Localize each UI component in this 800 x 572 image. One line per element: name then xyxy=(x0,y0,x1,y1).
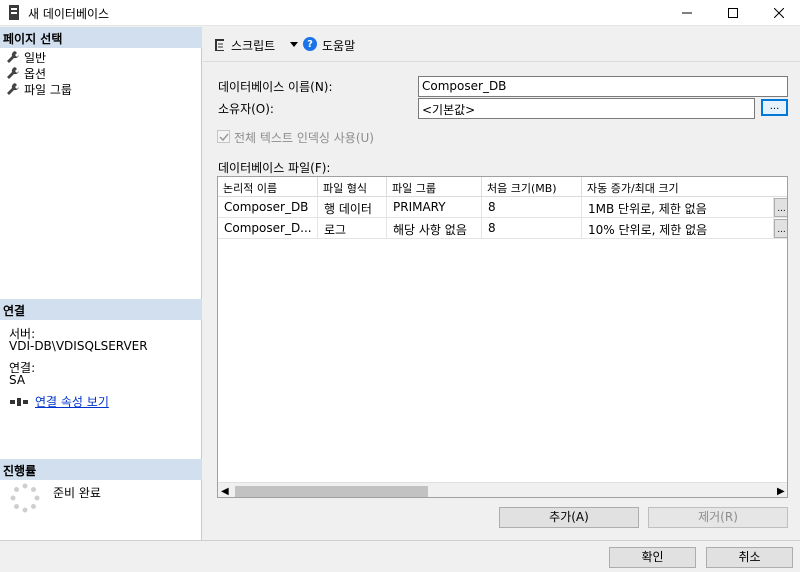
maximize-icon xyxy=(728,8,738,18)
ok-button[interactable]: 확인 xyxy=(609,547,696,568)
minimize-icon xyxy=(682,12,692,14)
progress-status: 준비 완료 xyxy=(53,486,101,500)
close-icon xyxy=(774,8,784,18)
column-header-autogrowth[interactable]: 자동 증가/최대 크기 xyxy=(582,177,787,197)
cell-filegroup[interactable]: 해당 사항 없음 xyxy=(387,218,482,239)
script-button[interactable]: 스크립트 xyxy=(231,37,275,54)
add-button[interactable]: 추가(A) xyxy=(499,507,639,528)
wrench-icon xyxy=(7,83,19,95)
fulltext-indexing-label: 전체 텍스트 인덱싱 사용(U) xyxy=(234,131,374,145)
page-item-label: 일반 xyxy=(24,50,47,65)
maximize-button[interactable] xyxy=(710,0,756,26)
table-row[interactable]: Composer_DB 행 데이터 PRIMARY 8 1MB 단위로, 제한 … xyxy=(218,197,787,218)
scroll-left-icon[interactable]: ◀ xyxy=(221,486,229,497)
page-item-label: 옵션 xyxy=(24,66,47,81)
progress-header: 진행률 xyxy=(0,459,202,480)
minimize-button[interactable] xyxy=(664,0,710,26)
page-item-options[interactable]: 옵션 xyxy=(6,65,46,81)
database-icon xyxy=(9,5,19,20)
left-pane: 페이지 선택 일반 옵션 파일 그룹 연결 서버: VDI-DB\VDISQLS… xyxy=(0,27,202,540)
wrench-icon xyxy=(7,67,19,79)
connection-properties-icon xyxy=(10,398,28,406)
help-button[interactable]: 도움말 xyxy=(322,37,355,54)
title-bar: 새 데이터베이스 xyxy=(0,0,800,26)
autogrowth-edit-button[interactable]: ... xyxy=(774,219,787,238)
toolbar: 스크립트 ? 도움말 xyxy=(203,27,800,62)
scrollbar-thumb[interactable] xyxy=(235,486,428,497)
wrench-icon xyxy=(7,51,19,63)
progress-spinner-icon xyxy=(10,483,40,513)
close-button[interactable] xyxy=(756,0,800,26)
cell-initial-size[interactable]: 8 xyxy=(482,197,582,218)
script-dropdown-icon[interactable] xyxy=(290,42,298,47)
page-item-general[interactable]: 일반 xyxy=(6,49,46,65)
cell-autogrowth[interactable]: 1MB 단위로, 제한 없음 xyxy=(582,197,774,218)
cell-file-type[interactable]: 행 데이터 xyxy=(318,197,387,218)
cell-logical-name[interactable]: Composer_DB xyxy=(218,197,318,218)
owner-label: 소유자(O): xyxy=(218,102,274,116)
cell-filegroup[interactable]: PRIMARY xyxy=(387,197,482,218)
owner-input[interactable]: <기본값> xyxy=(418,98,755,119)
autogrowth-edit-button[interactable]: ... xyxy=(774,198,787,217)
database-name-input[interactable]: Composer_DB xyxy=(418,76,788,97)
column-header-filegroup[interactable]: 파일 그룹 xyxy=(387,177,482,197)
cell-autogrowth[interactable]: 10% 단위로, 제한 없음 xyxy=(582,218,774,239)
window-title: 새 데이터베이스 xyxy=(28,7,110,21)
cancel-button[interactable]: 취소 xyxy=(706,547,793,568)
owner-browse-button[interactable]: ... xyxy=(761,99,788,116)
page-item-label: 파일 그룹 xyxy=(24,82,72,97)
cell-file-type[interactable]: 로그 xyxy=(318,218,387,239)
horizontal-scrollbar[interactable]: ◀ ▶ xyxy=(218,482,787,497)
database-files-label: 데이터베이스 파일(F): xyxy=(218,161,331,175)
grid-header: 논리적 이름 파일 형식 파일 그룹 처음 크기(MB) 자동 증가/최대 크기 xyxy=(218,177,787,197)
cell-initial-size[interactable]: 8 xyxy=(482,218,582,239)
database-name-label: 데이터베이스 이름(N): xyxy=(218,80,333,94)
view-connection-properties-link[interactable]: 연결 속성 보기 xyxy=(35,393,109,410)
column-header-file-type[interactable]: 파일 형식 xyxy=(318,177,387,197)
fulltext-indexing-checkbox[interactable] xyxy=(217,130,230,143)
server-value: VDI-DB\VDISQLSERVER xyxy=(9,339,148,353)
connection-header: 연결 xyxy=(0,299,202,320)
script-icon xyxy=(215,39,224,51)
help-icon[interactable]: ? xyxy=(303,37,317,51)
database-files-grid[interactable]: 논리적 이름 파일 형식 파일 그룹 처음 크기(MB) 자동 증가/최대 크기… xyxy=(217,176,788,498)
table-row[interactable]: Composer_D... 로그 해당 사항 없음 8 10% 단위로, 제한 … xyxy=(218,218,787,239)
column-header-initial-size[interactable]: 처음 크기(MB) xyxy=(482,177,582,197)
scroll-right-icon[interactable]: ▶ xyxy=(777,486,785,497)
checkmark-icon xyxy=(219,133,229,142)
remove-button[interactable]: 제거(R) xyxy=(648,507,788,528)
cell-logical-name[interactable]: Composer_D... xyxy=(218,218,318,239)
column-header-logical-name[interactable]: 논리적 이름 xyxy=(218,177,318,197)
connection-value: SA xyxy=(9,373,26,387)
page-item-filegroups[interactable]: 파일 그룹 xyxy=(6,81,72,97)
page-select-header: 페이지 선택 xyxy=(0,27,202,48)
